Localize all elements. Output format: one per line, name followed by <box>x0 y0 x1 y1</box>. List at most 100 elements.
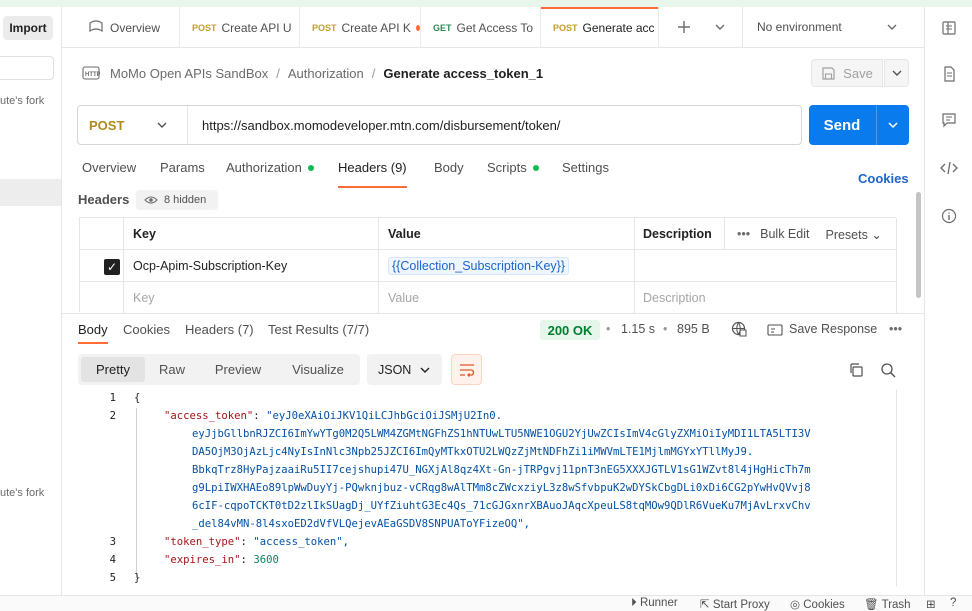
sidebar-selected-item[interactable] <box>0 179 61 206</box>
sidebar-search-input[interactable] <box>0 56 54 80</box>
view-pretty-button[interactable]: Pretty <box>81 357 145 382</box>
tab-request-overview[interactable]: Overview <box>82 160 136 175</box>
checkbox-column-header <box>80 218 124 250</box>
start-proxy-button[interactable]: ⇱ Start Proxy <box>700 597 770 611</box>
chevron-down-icon <box>156 120 168 130</box>
hidden-headers-toggle[interactable]: 8 hidden <box>136 190 218 210</box>
more-options-icon[interactable]: ••• <box>737 227 750 241</box>
sidebar-item-fork[interactable]: ute's fork <box>0 95 44 107</box>
response-body-editor[interactable]: 1 { 2 "access_token": "eyJ0eXAiOiJKV1QiL… <box>78 390 908 586</box>
column-header-value: Value <box>379 218 635 250</box>
headers-table: Key Value Description ••• Bulk Edit Pres… <box>79 217 897 314</box>
documentation-icon[interactable] <box>940 65 958 83</box>
tab-body[interactable]: Body <box>434 160 464 175</box>
response-scrollbar[interactable] <box>896 390 897 586</box>
tab-overview[interactable]: Overview <box>62 7 180 48</box>
new-value-input[interactable]: Value <box>379 282 635 314</box>
save-dropdown-chevron-down-icon[interactable] <box>884 59 909 87</box>
comments-icon[interactable] <box>940 111 958 129</box>
tab-get-access-token[interactable]: GET Get Access To <box>421 7 541 48</box>
format-label: JSON <box>378 362 412 377</box>
new-tab-plus-icon[interactable] <box>676 19 692 35</box>
breadcrumb-folder[interactable]: Authorization <box>288 66 364 81</box>
send-label: Send <box>823 116 861 134</box>
layout-grid-icon[interactable]: ⊞ <box>926 597 936 611</box>
json-key: "expires_in" <box>164 554 241 566</box>
tab-generate-access-token[interactable]: POST Generate acc <box>541 7 659 48</box>
save-response-button[interactable]: Save Response <box>767 322 877 336</box>
send-button[interactable]: Send <box>809 105 909 145</box>
footer-cookies-label: Cookies <box>803 599 845 611</box>
tab-label: Get Access To <box>456 20 533 35</box>
runner-icon: ⏵ <box>631 597 637 609</box>
tab-create-api-user[interactable]: POST Create API U <box>180 7 300 48</box>
method-select[interactable]: POST <box>78 106 188 144</box>
variable-chip[interactable]: {{Collection_Subscription-Key}} <box>388 257 570 275</box>
status-badge[interactable]: 200 OK <box>540 320 600 340</box>
cookies-link[interactable]: Cookies <box>858 171 909 186</box>
new-description-input[interactable]: Description <box>635 282 897 314</box>
code-line-wrapped: BbkqTrz8HyPajzaaiRu5II7cejshupi47U_NGXjA… <box>192 464 811 476</box>
runner-button[interactable]: ⏵ Runner <box>631 597 678 610</box>
tab-response-body[interactable]: Body <box>78 322 108 344</box>
tab-settings[interactable]: Settings <box>562 160 609 175</box>
tab-create-api-key[interactable]: POST Create API K <box>300 7 421 48</box>
view-raw-button[interactable]: Raw <box>146 357 198 382</box>
code-icon[interactable] <box>940 159 958 177</box>
tab-headers[interactable]: Headers (9) <box>338 160 407 188</box>
code-line: { <box>134 392 141 404</box>
presets-dropdown[interactable]: Presets ⌄ <box>825 227 881 242</box>
empty-checkbox-cell <box>80 282 124 314</box>
header-description-cell[interactable] <box>635 250 897 282</box>
table-header-row: Key Value Description ••• Bulk Edit Pres… <box>79 218 897 250</box>
top-strip <box>0 0 972 7</box>
info-icon[interactable] <box>940 207 958 225</box>
row-checkbox[interactable]: ✓ <box>104 259 120 275</box>
help-icon[interactable]: ? <box>950 597 956 609</box>
new-key-input[interactable]: Key <box>124 282 379 314</box>
chevron-down-icon: ⌄ <box>871 227 882 242</box>
copy-icon[interactable] <box>848 362 864 378</box>
view-visualize-button[interactable]: Visualize <box>278 357 358 382</box>
method-badge: POST <box>312 22 337 33</box>
trash-button[interactable]: 🗑 Trash <box>864 597 911 611</box>
url-input[interactable]: https://sandbox.momodeveloper.mtn.com/di… <box>202 106 560 144</box>
tab-response-headers[interactable]: Headers (7) <box>185 322 254 337</box>
response-time[interactable]: 1.15 s <box>621 322 655 336</box>
response-size[interactable]: 895 B <box>677 322 710 336</box>
tab-label: Generate acc <box>582 20 655 35</box>
tab-scripts[interactable]: Scripts <box>487 160 539 175</box>
tab-params[interactable]: Params <box>160 160 205 175</box>
request-scrollbar[interactable] <box>916 192 921 298</box>
tab-test-results[interactable]: Test Results (7/7) <box>268 322 369 337</box>
column-header-key: Key <box>124 218 379 250</box>
save-button[interactable]: Save <box>811 59 883 87</box>
send-dropdown-chevron-down-icon[interactable] <box>876 105 909 145</box>
status-footer: ⏵ Runner ⇱ Start Proxy ◎ Cookies 🗑 Trash… <box>0 595 972 611</box>
footer-cookies-button[interactable]: ◎ Cookies <box>790 597 845 611</box>
tab-authorization[interactable]: Authorization <box>226 160 314 175</box>
presets-label: Presets <box>825 227 868 242</box>
format-select[interactable]: JSON <box>367 354 442 385</box>
breadcrumb-collection[interactable]: MoMo Open APIs SandBox <box>110 66 268 81</box>
http-icon: HTTP <box>82 65 100 81</box>
wrap-lines-button[interactable] <box>451 354 482 385</box>
network-globe-icon[interactable] <box>731 321 747 337</box>
environment-quick-look-icon[interactable] <box>940 19 958 37</box>
header-key-cell[interactable]: Ocp-Apim-Subscription-Key <box>124 250 379 282</box>
search-icon[interactable] <box>880 362 896 378</box>
breadcrumb-separator: / <box>371 65 376 81</box>
view-preview-button[interactable]: Preview <box>202 357 274 382</box>
more-options-icon[interactable]: ••• <box>889 322 902 336</box>
bulk-edit-button[interactable]: Bulk Edit <box>760 227 809 241</box>
tabs-overflow-chevron-down-icon[interactable] <box>714 22 726 32</box>
header-value-cell[interactable]: {{Collection_Subscription-Key}} <box>379 250 635 282</box>
sidebar-item-fork-2[interactable]: ute's fork <box>0 487 44 499</box>
tab-response-cookies[interactable]: Cookies <box>123 322 170 337</box>
import-button[interactable]: Import <box>3 16 53 40</box>
right-sidebar <box>924 7 972 595</box>
save-label: Save <box>843 65 873 81</box>
pane-divider[interactable] <box>62 313 924 314</box>
environment-select[interactable]: No environment <box>742 7 924 48</box>
code-line: } <box>134 572 141 584</box>
